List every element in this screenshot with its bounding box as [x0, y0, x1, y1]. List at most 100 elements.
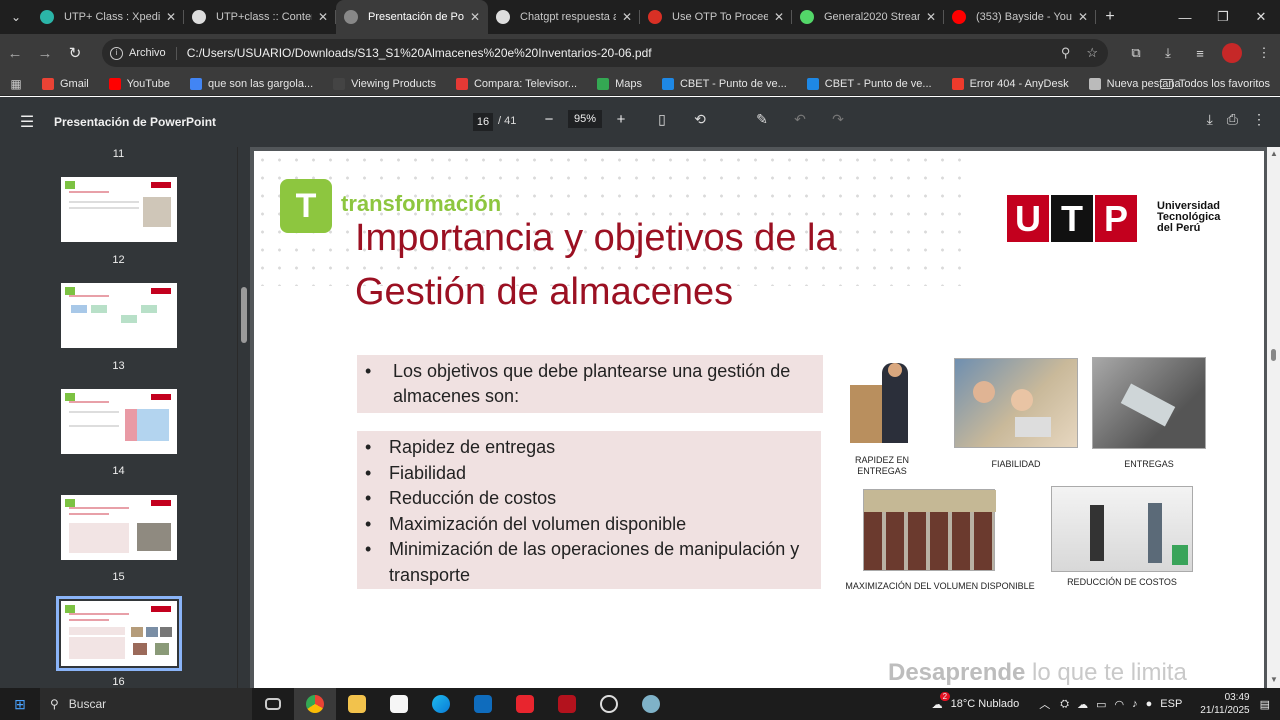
- browser-tab[interactable]: (353) Bayside - YouTube ✕: [944, 0, 1096, 34]
- slogan: Desaprende lo que te limita: [888, 659, 1187, 687]
- tab-close-icon[interactable]: ✕: [774, 10, 784, 24]
- microphone-icon[interactable]: ●: [1146, 698, 1153, 710]
- avatar[interactable]: [1222, 43, 1242, 63]
- edge-icon[interactable]: [420, 688, 462, 720]
- page-number-input[interactable]: 16: [473, 113, 493, 131]
- browser-tab[interactable]: Presentación de PowerPoint ✕: [336, 0, 488, 34]
- zoom-out-button[interactable]: −: [538, 111, 560, 128]
- thumbnail-page-14[interactable]: [61, 389, 177, 454]
- media-control-icon[interactable]: ≡: [1184, 46, 1216, 61]
- address-bar[interactable]: i Archivo C:/Users/USUARIO/Downloads/S13…: [102, 39, 1108, 67]
- maximize-icon[interactable]: ❐: [1204, 0, 1242, 34]
- clock-time: 03:49: [1224, 692, 1250, 703]
- undo-icon[interactable]: ↶: [788, 111, 812, 128]
- redo-icon[interactable]: ↷: [826, 111, 850, 128]
- scroll-up-icon[interactable]: ▲: [1270, 149, 1278, 158]
- zoom-search-icon[interactable]: ⚲: [1061, 45, 1071, 61]
- back-icon[interactable]: ←: [0, 45, 30, 62]
- tray-app-icon[interactable]: ⛭: [1060, 698, 1069, 711]
- document-title: Presentación de PowerPoint: [54, 115, 217, 129]
- bookmark-item[interactable]: CBET - Punto de ve...: [806, 77, 932, 90]
- browser-tab[interactable]: General2020 Stream ✕: [792, 0, 944, 34]
- language-indicator[interactable]: ESP: [1160, 698, 1182, 710]
- bookmark-star-icon[interactable]: ☆: [1086, 45, 1098, 61]
- sidebar-toggle-icon[interactable]: ☰: [0, 112, 54, 132]
- all-bookmarks-button[interactable]: Todos los favoritos: [1159, 78, 1270, 90]
- menu-kebab-icon[interactable]: ⋮: [1248, 45, 1280, 61]
- fit-page-icon[interactable]: ▯: [650, 111, 674, 128]
- file-explorer-icon[interactable]: [336, 688, 378, 720]
- new-tab-button[interactable]: +: [1096, 8, 1124, 26]
- extensions-icon[interactable]: ⧉: [1120, 45, 1152, 61]
- windows-start-icon[interactable]: ⊞: [0, 696, 40, 713]
- pdf-more-icon[interactable]: ⋮: [1252, 111, 1266, 128]
- browser-tab[interactable]: UTP+ Class : Xpeditio ✕: [32, 0, 184, 34]
- app-red-icon[interactable]: [546, 688, 588, 720]
- chrome-icon[interactable]: [294, 688, 336, 720]
- task-view-icon[interactable]: [252, 688, 294, 720]
- taskbar-search[interactable]: ⚲ Buscar: [40, 688, 252, 720]
- fiabilidad-image: [954, 358, 1078, 448]
- bookmark-item[interactable]: que son las gargola...: [189, 77, 313, 90]
- print-icon[interactable]: ⎙: [1227, 111, 1238, 128]
- url-text[interactable]: C:/Users/USUARIO/Downloads/S13_S1%20Alma…: [187, 46, 652, 60]
- minimize-icon[interactable]: —: [1166, 0, 1204, 34]
- cloud-icon[interactable]: ☁: [1077, 698, 1088, 711]
- tab-close-icon[interactable]: ✕: [166, 10, 176, 24]
- file-info-chip[interactable]: i Archivo: [110, 46, 177, 60]
- obs-icon[interactable]: [588, 688, 630, 720]
- slide-title-line2: Gestión de almacenes: [355, 271, 734, 313]
- page-scrollbar[interactable]: ▲ ▼: [1267, 147, 1280, 688]
- thumbnail-page-15[interactable]: [61, 495, 177, 560]
- tab-search-chevron-icon[interactable]: ⌄: [0, 0, 32, 34]
- annotate-pen-icon[interactable]: ✎: [750, 111, 774, 128]
- battery-icon[interactable]: ▭: [1096, 698, 1106, 711]
- sidebar-scrollbar[interactable]: [237, 147, 250, 688]
- pdf-download-icon[interactable]: ⤓: [1207, 111, 1213, 128]
- zoom-level-input[interactable]: 95%: [568, 110, 602, 128]
- zoom-in-button[interactable]: +: [610, 111, 632, 128]
- bookmark-label: Compara: Televisor...: [473, 77, 578, 90]
- browser-tab[interactable]: Use OTP To Proceed ✕: [640, 0, 792, 34]
- speaker-icon[interactable]: ♪: [1132, 698, 1138, 710]
- clock[interactable]: 03:49 21/11/2025: [1200, 691, 1249, 717]
- bookmark-item[interactable]: Error 404 - AnyDesk: [951, 77, 1069, 90]
- notification-center-icon[interactable]: ▤: [1260, 698, 1270, 711]
- reload-icon[interactable]: ↻: [60, 44, 90, 62]
- thumbnail-page-13[interactable]: [61, 283, 177, 348]
- bookmark-item[interactable]: CBET - Punto de ve...: [661, 77, 787, 90]
- close-window-icon[interactable]: ✕: [1242, 0, 1280, 34]
- app-globe-icon[interactable]: [630, 688, 672, 720]
- forward-icon[interactable]: →: [30, 45, 60, 62]
- rotate-icon[interactable]: ⟲: [688, 111, 712, 128]
- bookmark-item[interactable]: Maps: [597, 77, 642, 90]
- delivery-man-image: [848, 361, 918, 447]
- folder-icon: [1159, 78, 1173, 89]
- download-icon[interactable]: ⤓: [1152, 45, 1184, 61]
- bookmark-item[interactable]: Compara: Televisor...: [455, 77, 578, 90]
- bookmark-item[interactable]: Gmail: [42, 77, 89, 90]
- tab-close-icon[interactable]: ✕: [470, 10, 480, 24]
- browser-tab[interactable]: UTP+class :: Contenido ✕: [184, 0, 336, 34]
- thumbnail-page-16[interactable]: [56, 596, 182, 671]
- weather-icon[interactable]: ☁ 2: [932, 691, 951, 711]
- outlook-icon[interactable]: [462, 688, 504, 720]
- bookmark-item[interactable]: YouTube: [108, 77, 170, 90]
- bookmark-label: Gmail: [60, 77, 89, 90]
- thumbnail-page-12[interactable]: [61, 177, 177, 242]
- tab-favicon-icon: [952, 10, 966, 24]
- tab-close-icon[interactable]: ✕: [622, 10, 632, 24]
- apps-grid-icon[interactable]: ▦: [0, 77, 32, 91]
- bookmark-item[interactable]: Viewing Products: [333, 77, 436, 90]
- page-total: / 41: [498, 115, 517, 127]
- wifi-icon[interactable]: ◠: [1115, 698, 1125, 711]
- browser-tab[interactable]: Chatgpt respuesta a ✕: [488, 0, 640, 34]
- scroll-down-icon[interactable]: ▼: [1270, 675, 1278, 684]
- tray-chevron-icon[interactable]: ︿: [1039, 696, 1050, 712]
- store-icon[interactable]: [378, 688, 420, 720]
- weather-text[interactable]: 18°C Nublado: [951, 698, 1020, 710]
- tab-close-icon[interactable]: ✕: [1078, 10, 1088, 24]
- wps-icon[interactable]: [504, 688, 546, 720]
- tab-close-icon[interactable]: ✕: [926, 10, 936, 24]
- tab-close-icon[interactable]: ✕: [318, 10, 328, 24]
